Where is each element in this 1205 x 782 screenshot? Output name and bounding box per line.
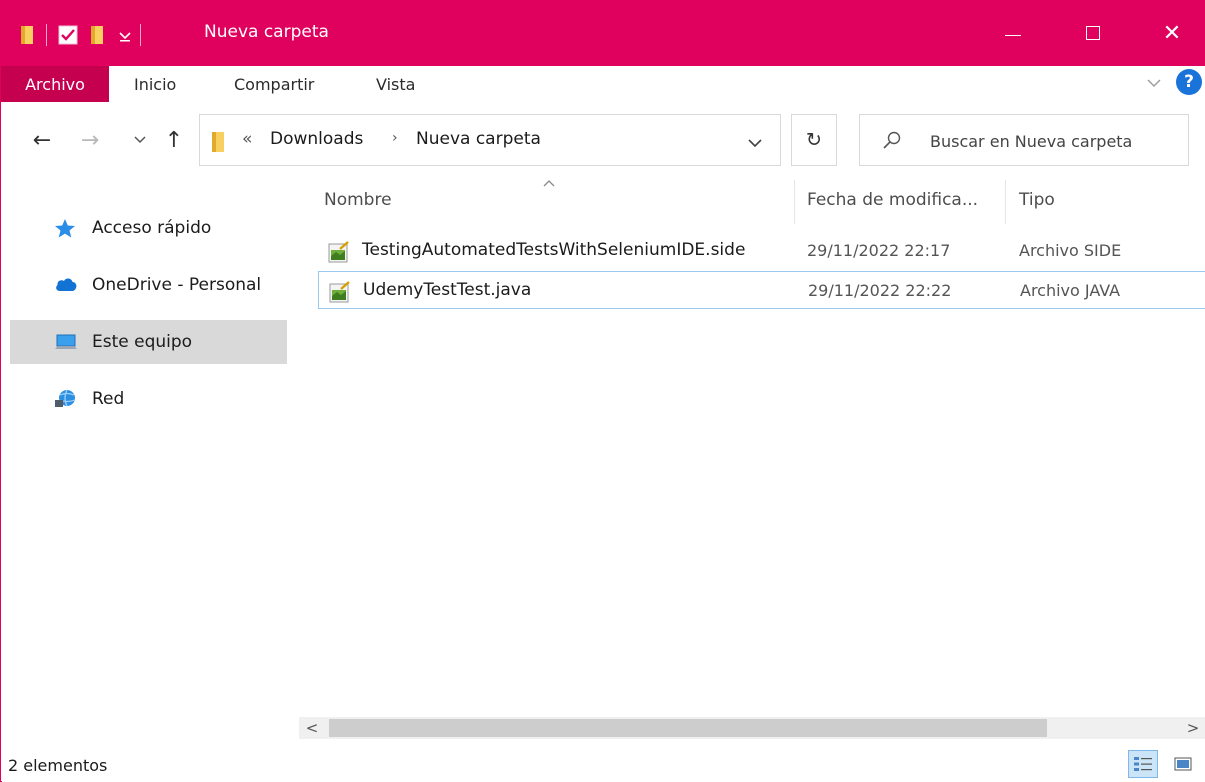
- scroll-right-button[interactable]: >: [1180, 717, 1205, 739]
- recent-locations-button[interactable]: [126, 126, 154, 154]
- column-header-date[interactable]: Fecha de modifica...: [807, 190, 978, 210]
- minimize-button[interactable]: [979, 0, 1047, 66]
- cloud-icon: [54, 275, 77, 295]
- star-icon: [54, 218, 76, 238]
- details-view-icon: [1134, 757, 1152, 771]
- new-folder-quick-access-icon[interactable]: [89, 25, 105, 50]
- column-divider[interactable]: [1005, 180, 1006, 224]
- large-icons-view-button[interactable]: [1168, 750, 1198, 778]
- item-count: 2 elementos: [8, 756, 108, 775]
- address-dropdown-button[interactable]: [745, 133, 765, 153]
- window-title: Nueva carpeta: [204, 22, 329, 42]
- title-bar: Nueva carpeta ✕: [1, 0, 1205, 66]
- search-icon: [882, 130, 902, 155]
- breadcrumb-separator[interactable]: ›: [392, 130, 398, 146]
- file-name: UdemyTestTest.java: [363, 280, 532, 300]
- ribbon-tabs: Archivo Inicio Compartir Vista ?: [1, 66, 1205, 102]
- file-name: TestingAutomatedTestsWithSeleniumIDE.sid…: [362, 240, 746, 260]
- column-divider[interactable]: [794, 180, 795, 224]
- horizontal-scrollbar[interactable]: < >: [299, 717, 1205, 739]
- folder-icon: [210, 131, 226, 158]
- sidebar-item-label: OneDrive - Personal: [92, 275, 262, 295]
- column-header-name[interactable]: Nombre: [324, 190, 392, 210]
- file-icon: [329, 281, 351, 308]
- tab-vista[interactable]: Vista: [376, 66, 415, 102]
- file-row-selected[interactable]: UdemyTestTest.java 29/11/2022 22:22 Arch…: [318, 271, 1205, 309]
- close-button[interactable]: ✕: [1138, 0, 1205, 66]
- file-date: 29/11/2022 22:22: [808, 281, 952, 300]
- computer-icon: [54, 332, 77, 352]
- breadcrumb-downloads[interactable]: Downloads: [270, 129, 363, 149]
- customize-toolbar-chevron-icon[interactable]: [118, 28, 132, 48]
- back-arrow-icon: ←: [32, 127, 52, 153]
- sidebar-item-este-equipo[interactable]: Este equipo: [10, 320, 287, 364]
- help-button[interactable]: ?: [1176, 69, 1202, 95]
- large-icons-view-icon: [1174, 757, 1192, 771]
- sort-ascending-icon: [543, 176, 555, 190]
- forward-button[interactable]: →: [76, 126, 104, 154]
- search-box[interactable]: [859, 114, 1189, 166]
- chevron-down-icon: [748, 138, 762, 147]
- search-input[interactable]: [930, 128, 1180, 154]
- tab-archivo[interactable]: Archivo: [1, 66, 109, 102]
- title-separator-2: [140, 24, 141, 46]
- breadcrumb-overflow[interactable]: «: [242, 129, 252, 149]
- tab-inicio[interactable]: Inicio: [134, 66, 176, 102]
- refresh-button[interactable]: ↻: [791, 114, 837, 166]
- chevron-down-icon: [134, 136, 146, 144]
- close-icon: ✕: [1162, 20, 1182, 46]
- scroll-left-button[interactable]: <: [299, 717, 325, 739]
- details-view-button[interactable]: [1128, 750, 1158, 778]
- back-button[interactable]: ←: [28, 126, 56, 154]
- sidebar-item-red[interactable]: Red: [10, 377, 287, 421]
- file-list: Nombre Fecha de modifica... Tipo Testing…: [291, 176, 1205, 736]
- scrollbar-thumb[interactable]: [329, 719, 1047, 737]
- sidebar-item-label: Acceso rápido: [92, 218, 212, 238]
- up-arrow-icon: ↑: [164, 127, 184, 153]
- address-bar[interactable]: « Downloads › Nueva carpeta: [199, 114, 781, 166]
- maximize-button[interactable]: [1059, 0, 1127, 66]
- refresh-icon: ↻: [806, 129, 822, 151]
- navigation-pane: Acceso rápido OneDrive - Personal Este e…: [2, 176, 290, 736]
- sidebar-item-acceso-rapido[interactable]: Acceso rápido: [10, 206, 287, 250]
- file-icon: [328, 241, 350, 268]
- status-bar: 2 elementos: [2, 742, 1205, 782]
- forward-arrow-icon: →: [80, 127, 100, 153]
- folder-icon: [19, 25, 35, 50]
- up-button[interactable]: ↑: [160, 126, 188, 154]
- network-icon: [54, 389, 76, 409]
- explorer-window: Nueva carpeta ✕ Archivo Inicio Compartir…: [0, 0, 1205, 782]
- file-row[interactable]: TestingAutomatedTestsWithSeleniumIDE.sid…: [318, 232, 1205, 270]
- column-header-type[interactable]: Tipo: [1019, 190, 1055, 210]
- sidebar-item-label: Red: [92, 389, 125, 409]
- file-date: 29/11/2022 22:17: [807, 241, 951, 260]
- file-type: Archivo JAVA: [1020, 281, 1121, 300]
- tab-compartir[interactable]: Compartir: [234, 66, 314, 102]
- expand-ribbon-chevron-icon[interactable]: [1143, 72, 1165, 94]
- sidebar-item-onedrive[interactable]: OneDrive - Personal: [10, 263, 287, 307]
- sidebar-item-label: Este equipo: [92, 332, 193, 352]
- minimize-icon: [1005, 34, 1021, 36]
- breadcrumb-nueva-carpeta[interactable]: Nueva carpeta: [416, 129, 541, 149]
- title-separator: [46, 24, 47, 46]
- file-type: Archivo SIDE: [1019, 241, 1122, 260]
- maximize-icon: [1086, 26, 1100, 40]
- navigation-bar: ← → ↑ « Downloads › Nueva carpeta ↻: [2, 104, 1205, 176]
- properties-quick-access-icon[interactable]: [58, 25, 78, 50]
